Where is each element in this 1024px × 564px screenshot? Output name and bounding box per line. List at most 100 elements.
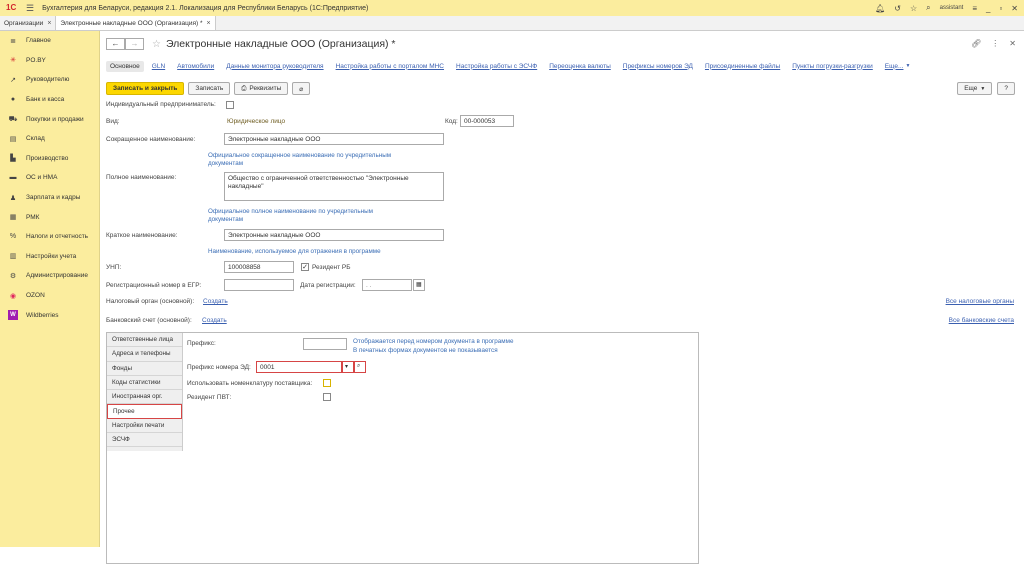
sidebar-item-warehouse[interactable]: ▤ Склад [0, 129, 99, 149]
main-menu-icon[interactable]: ☰ [26, 3, 34, 14]
help-button[interactable]: ? [997, 82, 1015, 95]
sidebar-item-label: Wildberries [26, 311, 59, 319]
back-button[interactable]: ← [106, 38, 125, 50]
coin-icon: ● [10, 96, 16, 104]
reg-date-field[interactable]: . . [362, 279, 412, 291]
tab-organizations[interactable]: Организации × [0, 16, 57, 30]
sidebar-item-bank[interactable]: ● Банк и касса [0, 90, 99, 110]
tab-addresses[interactable]: Адреса и телефоны [107, 347, 182, 362]
snowflake-icon: ✳ [10, 57, 16, 65]
ed-prefix-dropdown-icon[interactable]: ▾ [342, 361, 354, 373]
sidebar-item-main[interactable]: ≣ Главное [0, 31, 99, 51]
forward-button[interactable]: → [125, 38, 144, 50]
sidebar-item-purchases[interactable]: ⛟ Покупки и продажи [0, 109, 99, 129]
sidebar-item-taxes[interactable]: % Налоги и отчетность [0, 227, 99, 247]
search-icon[interactable]: ⌕ [926, 3, 930, 13]
sidebar-item-salary[interactable]: ♟ Зарплата и кадры [0, 188, 99, 208]
egr-field[interactable] [224, 279, 294, 291]
link-loading-points[interactable]: Пункты погрузки-разгрузки [792, 63, 873, 70]
factory-icon: ▙ [10, 155, 16, 163]
sidebar-item-director[interactable]: ↗ Руководителю [0, 70, 99, 90]
register-icon: ▦ [9, 214, 17, 222]
close-form-icon[interactable]: ✕ [1009, 39, 1016, 48]
create-tax-link[interactable]: Создать [203, 298, 228, 305]
full-name-hint: Официальное полное наименование по учред… [208, 208, 373, 223]
more-button[interactable]: Еще ▼ [957, 82, 993, 95]
minimize-icon[interactable]: _ [986, 4, 990, 13]
person-icon: ♟ [9, 194, 17, 202]
reg-date-label: Дата регистрации: [300, 282, 356, 289]
sidebar-item-wildberries[interactable]: W Wildberries [0, 305, 99, 325]
sidebar-item-poby[interactable]: ✳ PO.BY [0, 51, 99, 71]
resident-checkbox[interactable]: ✓ [301, 263, 309, 271]
star-icon[interactable]: ☆ [910, 4, 917, 13]
gear-icon: ⚙ [9, 272, 17, 280]
brief-name-field[interactable]: Электронные накладные ООО [224, 229, 444, 241]
close-icon[interactable]: ✕ [1011, 4, 1018, 13]
prefix-field[interactable] [303, 338, 347, 350]
dropdown-icon[interactable]: ▼ [905, 63, 910, 69]
ed-prefix-field[interactable]: 0001 [256, 361, 342, 373]
kind-value[interactable]: Юридическое лицо [227, 118, 285, 125]
sidebar: ≣ Главное ✳ PO.BY ↗ Руководителю ● Банк и ка… [0, 31, 100, 547]
individual-checkbox[interactable] [226, 101, 234, 109]
more-vertical-icon[interactable]: ⋮ [991, 39, 999, 48]
ed-prefix-open-icon[interactable]: ⌕ [354, 361, 366, 373]
link-cars[interactable]: Автомобили [177, 63, 214, 70]
tax-label: Налоговый орган (основной): [106, 298, 195, 305]
resident-label: Резидент РБ [312, 264, 351, 271]
close-tab-icon[interactable]: × [47, 20, 51, 27]
tab-eschf[interactable]: ЭСЧФ [107, 433, 182, 448]
code-field[interactable]: 00-000053 [460, 115, 514, 127]
full-name-field[interactable]: Общество с ограниченной ответственностью… [224, 172, 444, 201]
all-tax-authorities-link[interactable]: Все налоговые органы [946, 298, 1014, 305]
close-tab-icon[interactable]: × [207, 20, 211, 27]
bank-label: Банковский счет (основной): [106, 317, 192, 324]
sidebar-item-assets[interactable]: ▬ ОС и НМА [0, 168, 99, 188]
link-mns-portal[interactable]: Настройка работы с порталом МНС [336, 63, 444, 70]
short-name-field[interactable]: Электронные накладные ООО [224, 133, 444, 145]
tab-foreign[interactable]: Иностранная орг. [107, 390, 182, 405]
link-eschf[interactable]: Настройка работы с ЭСЧФ [456, 63, 537, 70]
settings-menu-icon[interactable]: ≡ [972, 4, 977, 13]
title-bar: 1С ☰ Бухгалтерия для Беларуси, редакция … [0, 0, 1024, 16]
create-bank-link[interactable]: Создать [202, 317, 227, 324]
maximize-icon[interactable]: ▫ [999, 4, 1002, 13]
save-button[interactable]: Записать [188, 82, 231, 95]
sidebar-item-production[interactable]: ▙ Производство [0, 149, 99, 169]
link-ed-prefixes[interactable]: Префиксы номеров ЭД [623, 63, 693, 70]
link-gln[interactable]: GLN [152, 63, 165, 70]
user-name[interactable]: assistant [940, 5, 964, 11]
tab-print-settings[interactable]: Настройки печати [107, 419, 182, 434]
favorite-star-icon[interactable]: ☆ [152, 39, 161, 50]
sidebar-item-label: Руководителю [26, 76, 70, 84]
tab-responsible[interactable]: Ответственные лица [107, 333, 182, 348]
tab-funds[interactable]: Фонды [107, 362, 182, 376]
short-name-hint: Официальное сокращенное наименование по … [208, 152, 392, 167]
tab-statistics[interactable]: Коды статистики [107, 376, 182, 391]
sidebar-item-ozon[interactable]: ◉ OZON [0, 286, 99, 306]
tab-other[interactable]: Прочее [107, 404, 182, 419]
link-attached-files[interactable]: Присоединенные файлы [705, 63, 780, 70]
link-main[interactable]: Основное [106, 60, 144, 72]
save-and-close-button[interactable]: Записать и закрыть [106, 82, 185, 95]
sidebar-item-accounting-settings[interactable]: ▥ Настройки учета [0, 247, 99, 267]
calendar-icon[interactable]: ▦ [413, 279, 425, 291]
nomenclature-checkbox[interactable] [323, 379, 331, 387]
link-monitor[interactable]: Данные монитора руководителя [226, 63, 323, 70]
tab-organization-form[interactable]: Электронные накладные ООО (Организация) … [56, 16, 216, 30]
requisites-button[interactable]: ⎙ Реквизиты [234, 82, 289, 95]
pvt-checkbox[interactable] [323, 393, 331, 401]
bell-icon[interactable]: 🔔︎ [875, 4, 885, 13]
toolbar: Записать и закрыть Записать ⎙ Реквизиты ⌀ [106, 82, 311, 95]
history-icon[interactable]: ↺ [894, 4, 901, 13]
link-revaluation[interactable]: Переоценка валюты [549, 63, 611, 70]
all-bank-accounts-link[interactable]: Все банковские счета [949, 317, 1014, 324]
sidebar-item-rmk[interactable]: ▦ РМК [0, 207, 99, 227]
sidebar-item-admin[interactable]: ⚙ Администрирование [0, 266, 99, 286]
attach-button[interactable]: ⌀ [292, 82, 311, 95]
link-more[interactable]: Еще... [885, 63, 904, 70]
header-actions: 🔗︎ ⋮ ✕ [971, 39, 1016, 48]
unp-field[interactable]: 100008858 [224, 261, 294, 273]
link-icon[interactable]: 🔗︎ [971, 39, 981, 48]
